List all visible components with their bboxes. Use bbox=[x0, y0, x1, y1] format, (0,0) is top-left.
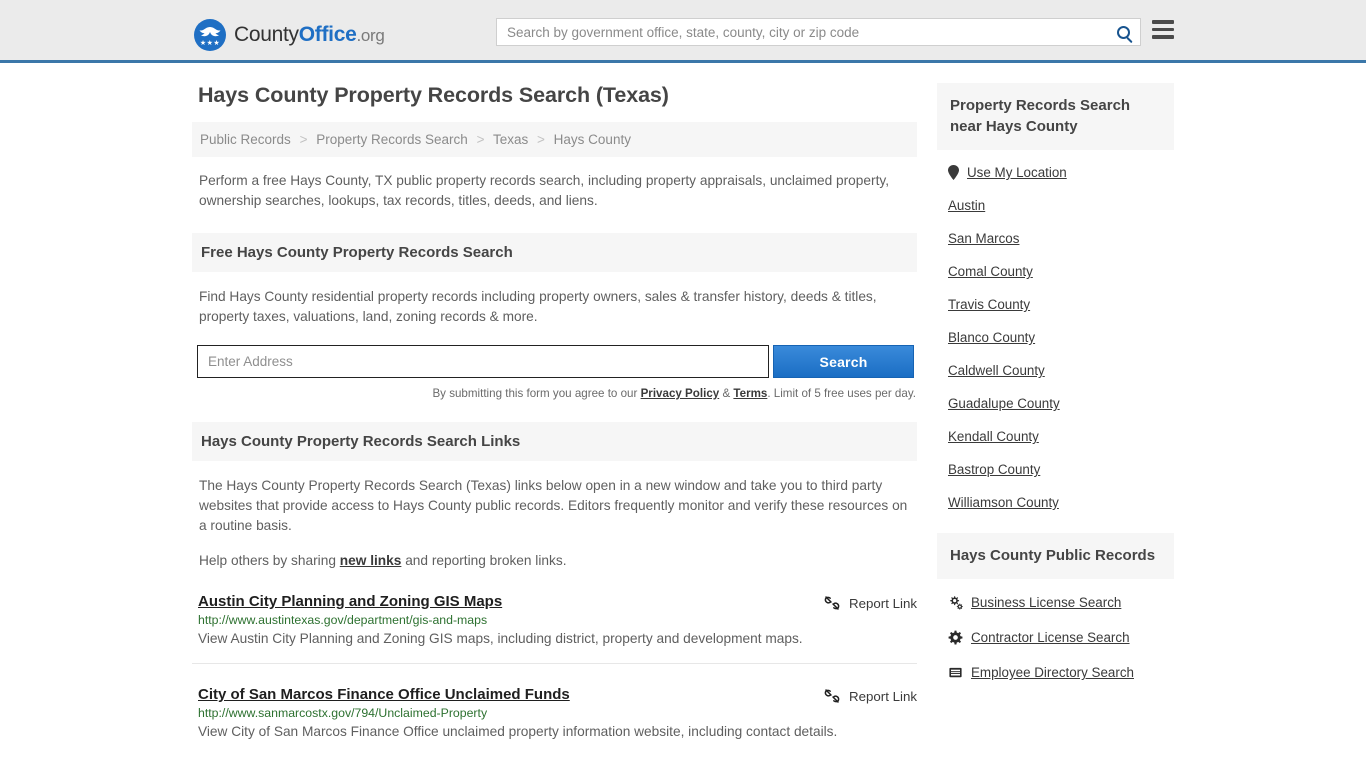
terms-link[interactable]: Terms bbox=[733, 387, 767, 400]
site-header: ★★★ CountyOffice.org bbox=[0, 0, 1366, 63]
brand-part-tld: .org bbox=[356, 26, 385, 45]
sidebar-item-guadalupe-county[interactable]: Guadalupe County bbox=[937, 387, 1174, 420]
public-records-panel: Hays County Public Records Business Lice… bbox=[937, 533, 1174, 690]
free-search-heading: Free Hays County Property Records Search bbox=[192, 233, 917, 272]
sidebar-link-label[interactable]: Williamson County bbox=[948, 495, 1059, 510]
breadcrumb-separator: > bbox=[476, 132, 485, 147]
public-records-heading: Hays County Public Records bbox=[937, 533, 1174, 579]
disclaimer-suffix: . Limit of 5 free uses per day. bbox=[767, 387, 916, 400]
sidebar-item-blanco-county[interactable]: Blanco County bbox=[937, 321, 1174, 354]
page-body: Hays County Property Records Search (Tex… bbox=[0, 63, 1366, 756]
form-disclaimer: By submitting this form you agree to our… bbox=[192, 387, 917, 400]
privacy-policy-link[interactable]: Privacy Policy bbox=[641, 387, 720, 400]
sidebar-link-label[interactable]: Blanco County bbox=[948, 330, 1035, 345]
free-search-description: Find Hays County residential property re… bbox=[199, 289, 877, 324]
address-search-form: Search bbox=[197, 345, 917, 378]
sidebar-link-label[interactable]: Contractor License Search bbox=[971, 630, 1130, 645]
result-item: Austin City Planning and Zoning GIS Maps… bbox=[192, 593, 917, 664]
records-links-panel: Hays County Property Records Search Link… bbox=[192, 422, 917, 756]
breadcrumb-separator: > bbox=[537, 132, 545, 147]
sidebar-link-label[interactable]: Bastrop County bbox=[948, 462, 1040, 477]
sidebar-link-label[interactable]: Kendall County bbox=[948, 429, 1039, 444]
report-link-label: Report Link bbox=[849, 688, 917, 704]
stars-glyph: ★★★ bbox=[199, 40, 221, 47]
result-url: http://www.sanmarcostx.gov/794/Unclaimed… bbox=[198, 706, 488, 720]
result-item: City of San Marcos Finance Office Unclai… bbox=[192, 686, 917, 756]
hamburger-menu-icon[interactable] bbox=[1152, 20, 1174, 42]
sidebar-item-austin[interactable]: Austin bbox=[937, 189, 1174, 222]
report-link-label: Report Link bbox=[849, 595, 917, 611]
sidebar-item-caldwell-county[interactable]: Caldwell County bbox=[937, 354, 1174, 387]
help-prefix: Help others by sharing bbox=[199, 553, 340, 568]
sidebar-item-kendall-county[interactable]: Kendall County bbox=[937, 420, 1174, 453]
unlink-icon bbox=[824, 688, 840, 704]
breadcrumb-item-property-records-search[interactable]: Property Records Search bbox=[316, 132, 468, 147]
gear-icon bbox=[948, 630, 963, 645]
list-icon bbox=[948, 665, 963, 680]
header-search-bar[interactable] bbox=[496, 18, 1141, 46]
sidebar-link-label[interactable]: Caldwell County bbox=[948, 363, 1045, 378]
sidebar-link-label[interactable]: San Marcos bbox=[948, 231, 1019, 246]
eagle-seal-icon: ★★★ bbox=[194, 19, 226, 51]
unlink-icon bbox=[824, 595, 840, 611]
new-links-link[interactable]: new links bbox=[340, 553, 402, 568]
records-links-help: Help others by sharing new links and rep… bbox=[199, 551, 911, 571]
result-title-link[interactable]: Austin City Planning and Zoning GIS Maps bbox=[198, 593, 502, 610]
breadcrumb: Public Records > Property Records Search… bbox=[192, 122, 917, 157]
sidebar-item-use-my-location[interactable]: Use My Location bbox=[937, 156, 1174, 189]
result-description: View City of San Marcos Finance Office u… bbox=[198, 724, 838, 739]
brand-part-county: County bbox=[234, 23, 299, 46]
sidebar-item-employee-directory-search[interactable]: Employee Directory Search bbox=[937, 655, 1174, 690]
result-description: View Austin City Planning and Zoning GIS… bbox=[198, 631, 803, 646]
sidebar-link-label[interactable]: Travis County bbox=[948, 297, 1030, 312]
map-pin-icon bbox=[948, 165, 959, 180]
sidebar-item-williamson-county[interactable]: Williamson County bbox=[937, 486, 1174, 519]
help-suffix: and reporting broken links. bbox=[401, 553, 567, 568]
sidebar-link-label[interactable]: Employee Directory Search bbox=[971, 665, 1134, 680]
sidebar-link-label[interactable]: Guadalupe County bbox=[948, 396, 1060, 411]
hamburger-bar bbox=[1152, 20, 1174, 24]
search-icon bbox=[1116, 25, 1130, 39]
sidebar-item-travis-county[interactable]: Travis County bbox=[937, 288, 1174, 321]
hamburger-bar bbox=[1152, 35, 1174, 39]
disclaimer-prefix: By submitting this form you agree to our bbox=[432, 387, 641, 400]
sidebar-link-label[interactable]: Use My Location bbox=[967, 165, 1067, 180]
report-link-button[interactable]: Report Link bbox=[824, 595, 917, 611]
result-title-link[interactable]: City of San Marcos Finance Office Unclai… bbox=[198, 686, 570, 703]
header-search-button[interactable] bbox=[1106, 19, 1140, 45]
sidebar-item-comal-county[interactable]: Comal County bbox=[937, 255, 1174, 288]
header-search-input[interactable] bbox=[497, 19, 1106, 45]
sidebar-item-contractor-license-search[interactable]: Contractor License Search bbox=[937, 620, 1174, 655]
intro-paragraph: Perform a free Hays County, TX public pr… bbox=[199, 173, 890, 208]
sidebar-link-label[interactable]: Austin bbox=[948, 198, 985, 213]
cogs-icon bbox=[948, 595, 963, 610]
breadcrumb-item-public-records[interactable]: Public Records bbox=[200, 132, 291, 147]
site-logo[interactable]: ★★★ CountyOffice.org bbox=[194, 19, 385, 51]
breadcrumb-item-hays-county: Hays County bbox=[553, 132, 631, 147]
brand-part-office: Office bbox=[298, 23, 357, 46]
records-links-heading: Hays County Property Records Search Link… bbox=[192, 422, 917, 461]
hamburger-bar bbox=[1152, 27, 1174, 31]
page-title: Hays County Property Records Search (Tex… bbox=[198, 83, 669, 107]
free-search-panel: Free Hays County Property Records Search… bbox=[192, 233, 917, 400]
main-content: Hays County Property Records Search (Tex… bbox=[192, 83, 917, 756]
nearby-search-heading: Property Records Search near Hays County bbox=[937, 83, 1174, 150]
public-records-list: Business License Search Contractor Licen… bbox=[937, 579, 1174, 690]
breadcrumb-separator: > bbox=[299, 132, 308, 147]
sidebar: Property Records Search near Hays County… bbox=[937, 83, 1174, 696]
breadcrumb-item-texas[interactable]: Texas bbox=[493, 132, 528, 147]
disclaimer-amp: & bbox=[719, 387, 734, 400]
records-links-description: The Hays County Property Records Search … bbox=[199, 478, 908, 533]
nearby-search-panel: Property Records Search near Hays County… bbox=[937, 83, 1174, 519]
sidebar-item-business-license-search[interactable]: Business License Search bbox=[937, 585, 1174, 620]
sidebar-item-san-marcos[interactable]: San Marcos bbox=[937, 222, 1174, 255]
result-url: http://www.austintexas.gov/department/gi… bbox=[198, 613, 488, 627]
sidebar-link-label[interactable]: Comal County bbox=[948, 264, 1033, 279]
sidebar-link-label[interactable]: Business License Search bbox=[971, 595, 1121, 610]
sidebar-item-bastrop-county[interactable]: Bastrop County bbox=[937, 453, 1174, 486]
address-search-button[interactable]: Search bbox=[773, 345, 914, 378]
nearby-search-list: Use My Location Austin San Marcos Comal … bbox=[937, 150, 1174, 519]
report-link-button[interactable]: Report Link bbox=[824, 688, 917, 704]
address-input[interactable] bbox=[197, 345, 769, 378]
